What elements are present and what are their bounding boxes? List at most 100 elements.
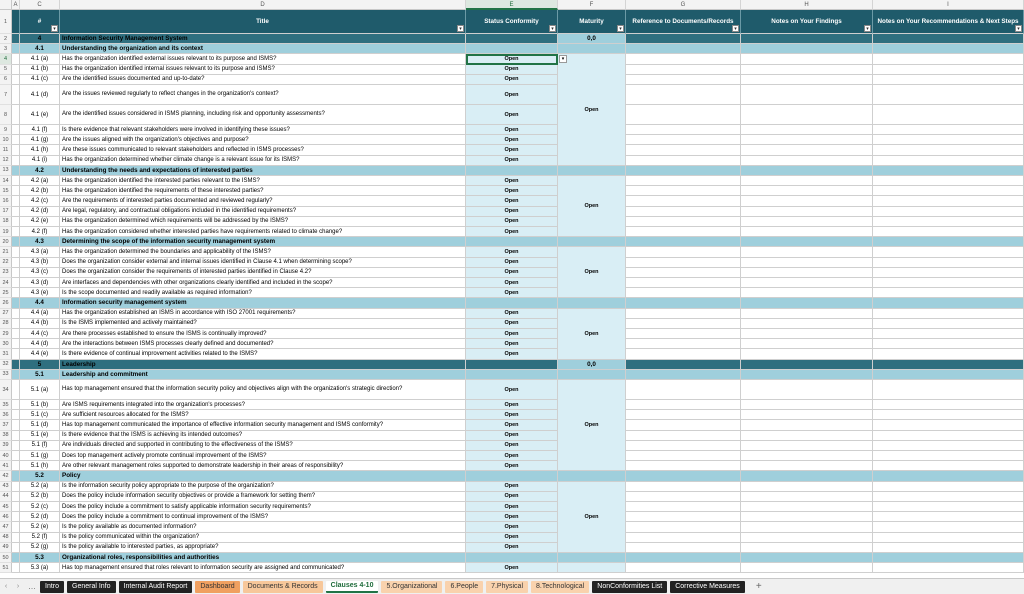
reference-cell[interactable] [626,156,741,166]
reference-cell[interactable] [626,563,741,573]
row-number[interactable]: 15 [0,186,12,196]
recommendations-cell[interactable] [873,380,1024,400]
recommendations-cell[interactable] [873,156,1024,166]
reference-cell[interactable] [626,319,741,329]
reference-cell[interactable] [626,278,741,288]
recommendations-cell[interactable] [873,563,1024,573]
column-header-c[interactable]: C [20,0,60,10]
sheet-tab-6-people[interactable]: 6.People [445,581,483,593]
status-conformity-cell[interactable]: Open [466,176,558,186]
recommendations-cell[interactable] [873,207,1024,217]
status-conformity-cell[interactable]: Open [466,543,558,553]
recommendations-cell[interactable] [873,54,1024,64]
findings-cell[interactable] [741,492,873,502]
row-number[interactable]: 4 [0,54,12,64]
sheet-tab-7-physical[interactable]: 7.Physical [486,581,528,593]
status-conformity-cell[interactable]: Open [466,186,558,196]
recommendations-cell[interactable] [873,278,1024,288]
recommendations-cell[interactable] [873,105,1024,125]
reference-cell[interactable] [626,65,741,75]
row-number[interactable]: 6 [0,75,12,85]
column-header-a[interactable]: A [12,0,20,10]
header-notes-findings-filter-icon[interactable]: ▾ [864,25,871,32]
select-all-corner[interactable] [0,0,12,10]
maturity-cell[interactable]: Open [558,309,626,360]
findings-cell[interactable] [741,563,873,573]
row-number[interactable]: 49 [0,543,12,553]
recommendations-cell[interactable] [873,247,1024,257]
findings-cell[interactable] [741,420,873,430]
recommendations-cell[interactable] [873,512,1024,522]
row-number[interactable]: 19 [0,227,12,237]
row-number[interactable]: 7 [0,85,12,105]
findings-cell[interactable] [741,268,873,278]
row-number[interactable]: 36 [0,410,12,420]
recommendations-cell[interactable] [873,461,1024,471]
reference-cell[interactable] [626,247,741,257]
findings-cell[interactable] [741,247,873,257]
reference-cell[interactable] [626,288,741,298]
findings-cell[interactable] [741,176,873,186]
reference-cell[interactable] [626,309,741,319]
findings-cell[interactable] [741,461,873,471]
row-number[interactable]: 21 [0,247,12,257]
sheet-tab-corrective-measures[interactable]: Corrective Measures [670,581,745,593]
reference-cell[interactable] [626,349,741,359]
header-num-filter-icon[interactable]: ▾ [51,25,58,32]
reference-cell[interactable] [626,54,741,64]
status-conformity-cell[interactable]: Open [466,533,558,543]
sheet-tab-8-technological[interactable]: 8.Technological [531,581,589,593]
status-conformity-cell[interactable]: Open [466,522,558,532]
findings-cell[interactable] [741,186,873,196]
maturity-cell[interactable]: Open [558,482,626,553]
column-header-g[interactable]: G [626,0,741,10]
status-conformity-cell[interactable]: Open [466,380,558,400]
row-number[interactable]: 20 [0,237,12,247]
status-conformity-cell[interactable]: Open [466,563,558,573]
findings-cell[interactable] [741,145,873,155]
status-conformity-cell[interactable]: Open [466,400,558,410]
status-conformity-cell[interactable]: Open [466,247,558,257]
row-number[interactable]: 43 [0,482,12,492]
recommendations-cell[interactable] [873,441,1024,451]
findings-cell[interactable] [741,156,873,166]
sheet-tab-general-info[interactable]: General Info [67,581,116,593]
status-conformity-cell[interactable]: Open [466,135,558,145]
row-number[interactable]: 2 [0,34,12,44]
row-number[interactable]: 11 [0,145,12,155]
sheet-tab-clauses-4-10[interactable]: Clauses 4-10 [326,581,379,593]
recommendations-cell[interactable] [873,349,1024,359]
row-number[interactable]: 46 [0,512,12,522]
row-number[interactable]: 22 [0,258,12,268]
header-maturity-filter-icon[interactable]: ▾ [617,25,624,32]
reference-cell[interactable] [626,207,741,217]
reference-cell[interactable] [626,533,741,543]
row-number[interactable]: 51 [0,563,12,573]
reference-cell[interactable] [626,186,741,196]
row-number[interactable]: 31 [0,349,12,359]
status-conformity-cell[interactable]: Open [466,105,558,125]
row-number[interactable]: 47 [0,522,12,532]
status-conformity-cell[interactable]: Open [466,349,558,359]
reference-cell[interactable] [626,420,741,430]
sheet-tab-5-organizational[interactable]: 5.Organizational [381,581,442,593]
status-conformity-cell[interactable]: Open [466,309,558,319]
header-status-filter-icon[interactable]: ▾ [549,25,556,32]
reference-cell[interactable] [626,176,741,186]
row-number[interactable]: 30 [0,339,12,349]
status-conformity-cell[interactable]: Open [466,431,558,441]
reference-cell[interactable] [626,329,741,339]
status-conformity-cell[interactable]: Open [466,441,558,451]
findings-cell[interactable] [741,349,873,359]
reference-cell[interactable] [626,135,741,145]
findings-cell[interactable] [741,339,873,349]
row-number[interactable]: 5 [0,65,12,75]
findings-cell[interactable] [741,227,873,237]
row-number[interactable]: 25 [0,288,12,298]
reference-cell[interactable] [626,380,741,400]
recommendations-cell[interactable] [873,217,1024,227]
findings-cell[interactable] [741,309,873,319]
status-conformity-cell[interactable]: Open [466,207,558,217]
row-number[interactable]: 23 [0,268,12,278]
row-number[interactable]: 40 [0,451,12,461]
